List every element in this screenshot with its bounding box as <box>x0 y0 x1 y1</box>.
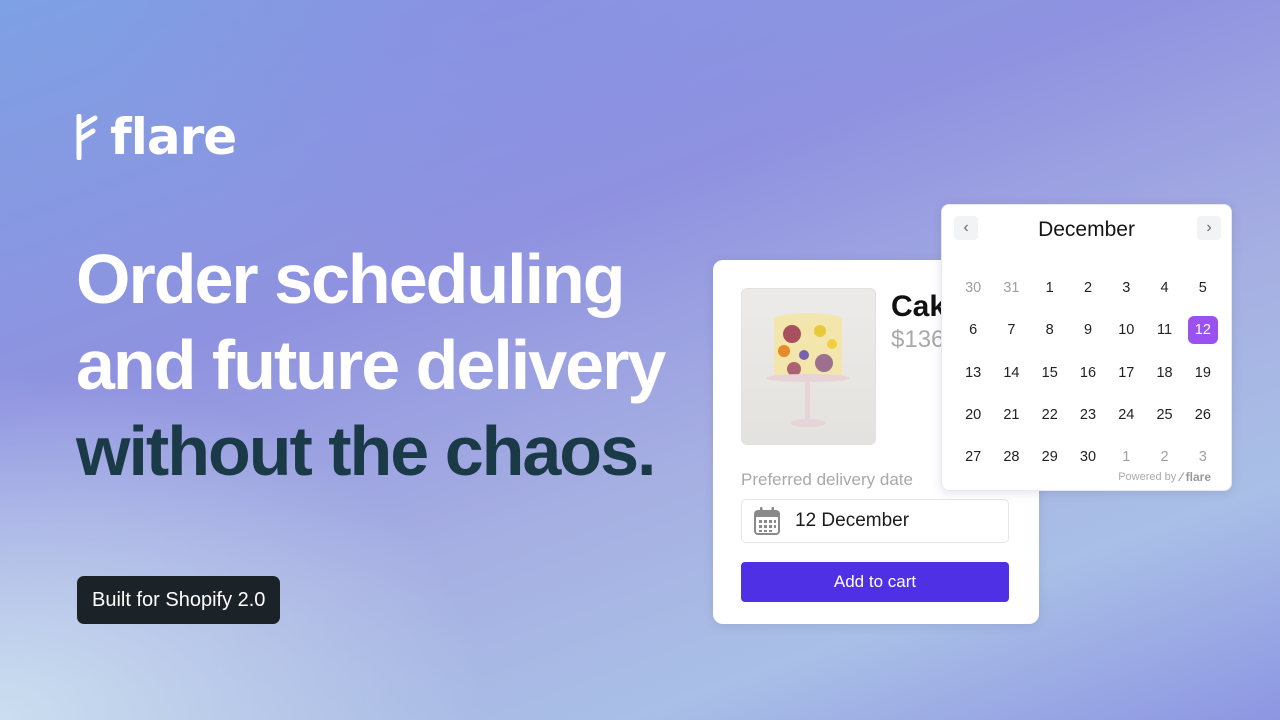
delivery-date-label: Preferred delivery date <box>741 470 913 489</box>
calendar-day-number: 25 <box>1156 407 1173 424</box>
cake-illustration <box>766 313 850 427</box>
calendar-day-number: 16 <box>1079 364 1097 381</box>
calendar-day[interactable]: 28 <box>992 436 1030 478</box>
powered-by-label: Powered by <box>1118 471 1177 483</box>
calendar-day-number: 10 <box>1118 322 1135 339</box>
calendar-day[interactable]: 8 <box>1031 309 1069 351</box>
calendar-day-number: 29 <box>1041 449 1058 466</box>
calendar-day-number: 12 <box>1187 316 1218 345</box>
calendar-day-number: 21 <box>1003 407 1020 424</box>
powered-by-brand: ⁄ flare <box>1180 470 1211 484</box>
calendar-icon <box>754 507 780 535</box>
calendar-day-number: 3 <box>1198 449 1207 466</box>
calendar-day-number: 4 <box>1160 280 1169 297</box>
calendar-day[interactable]: 27 <box>954 436 992 478</box>
calendar-day-number: 13 <box>965 364 982 381</box>
calendar-day-number: 22 <box>1041 407 1058 424</box>
calendar-day[interactable]: 31 <box>992 267 1030 309</box>
calendar-day[interactable]: 19 <box>1184 352 1222 394</box>
calendar-day[interactable]: 11 <box>1145 309 1183 351</box>
calendar-day-number: 28 <box>1003 449 1020 466</box>
product-price: $136 <box>891 326 945 353</box>
calendar-day[interactable]: 26 <box>1184 394 1222 436</box>
delivery-date-value: 12 December <box>795 510 910 531</box>
calendar-day-number: 7 <box>1007 322 1016 339</box>
calendar-day[interactable]: 3 <box>1107 267 1145 309</box>
calendar-day-number: 1 <box>1122 449 1131 466</box>
calendar-day[interactable]: 13 <box>954 352 992 394</box>
calendar-day-number: 9 <box>1083 322 1093 339</box>
calendar-day[interactable]: 30 <box>954 267 992 309</box>
headline-line-2: and future delivery <box>76 326 666 404</box>
product-name: Cak <box>891 290 947 323</box>
calendar-day[interactable]: 6 <box>954 309 992 351</box>
shopify-badge: Built for Shopify 2.0 <box>77 576 281 624</box>
calendar-day[interactable]: 23 <box>1069 394 1107 436</box>
calendar-day[interactable]: 17 <box>1107 352 1145 394</box>
calendar-day[interactable]: 22 <box>1031 394 1069 436</box>
calendar-day-number: 18 <box>1156 364 1173 381</box>
calendar-day-number: 17 <box>1118 364 1135 381</box>
calendar-day[interactable]: 9 <box>1069 309 1107 351</box>
powered-brand-name: flare <box>1185 470 1211 484</box>
calendar-day-number: 19 <box>1194 364 1211 381</box>
calendar-day-number: 15 <box>1041 364 1058 381</box>
calendar-day[interactable]: 25 <box>1145 394 1183 436</box>
calendar-day[interactable]: 15 <box>1031 352 1069 394</box>
flare-logo-icon <box>76 114 98 160</box>
calendar-day-number: 2 <box>1160 449 1169 466</box>
calendar-day[interactable]: 18 <box>1145 352 1183 394</box>
powered-by: Powered by ⁄ flare <box>1118 470 1211 484</box>
calendar-month: December <box>1038 218 1135 241</box>
brand-name: flare <box>110 108 237 166</box>
headline: Order scheduling and future delivery wit… <box>76 236 666 494</box>
calendar-day-number: 27 <box>965 449 982 466</box>
calendar-day-number: 24 <box>1118 407 1135 424</box>
calendar-day-number: 2 <box>1083 280 1093 297</box>
calendar-day[interactable]: 1 <box>1031 267 1069 309</box>
calendar-day[interactable]: 30 <box>1069 436 1107 478</box>
calendar-day-number: 8 <box>1045 322 1054 339</box>
brand-logo: flare <box>76 108 237 166</box>
calendar-day[interactable]: 29 <box>1031 436 1069 478</box>
calendar-day-number: 30 <box>965 280 982 297</box>
calendar-day-number: 6 <box>969 322 978 339</box>
calendar-day-selected[interactable]: 12 <box>1184 309 1222 351</box>
date-picker: ‹ December › 30 31 1 2 3 4 5 6 7 8 9 10 11 12 13 14 15 16… <box>941 204 1232 491</box>
calendar-day[interactable]: 14 <box>992 352 1030 394</box>
calendar-day[interactable]: 7 <box>992 309 1030 351</box>
calendar-day-number: 5 <box>1198 280 1207 297</box>
calendar-day-number: 30 <box>1079 449 1097 466</box>
calendar-day[interactable]: 24 <box>1107 394 1145 436</box>
chevron-right-icon[interactable]: › <box>1197 216 1221 240</box>
product-image <box>741 288 876 445</box>
calendar-day[interactable]: 2 <box>1069 267 1107 309</box>
calendar-day-number: 1 <box>1045 280 1054 297</box>
calendar-day-number: 31 <box>1003 280 1020 297</box>
calendar-day-number: 14 <box>1003 364 1020 381</box>
calendar-day-number: 23 <box>1079 407 1097 424</box>
calendar-grid: 30 31 1 2 3 4 5 6 7 8 9 10 11 12 13 14 15 16 17 18 19 20 21 22 2… <box>954 267 1222 478</box>
add-to-cart-button[interactable]: Add to cart <box>741 562 1009 602</box>
calendar-day[interactable]: 21 <box>992 394 1030 436</box>
calendar-day-number: 11 <box>1157 322 1173 339</box>
headline-line-3: without the chaos. <box>76 412 656 490</box>
calendar-day-number: 26 <box>1194 407 1211 424</box>
calendar-day[interactable]: 4 <box>1145 267 1183 309</box>
delivery-date-input[interactable]: 12 December <box>741 499 1009 543</box>
calendar-day-number: 3 <box>1122 280 1131 297</box>
calendar-day[interactable]: 5 <box>1184 267 1222 309</box>
calendar-day[interactable]: 10 <box>1107 309 1145 351</box>
calendar-day[interactable]: 20 <box>954 394 992 436</box>
headline-line-1: Order scheduling <box>76 240 626 318</box>
calendar-day[interactable]: 16 <box>1069 352 1107 394</box>
calendar-day-number: 20 <box>965 407 982 424</box>
